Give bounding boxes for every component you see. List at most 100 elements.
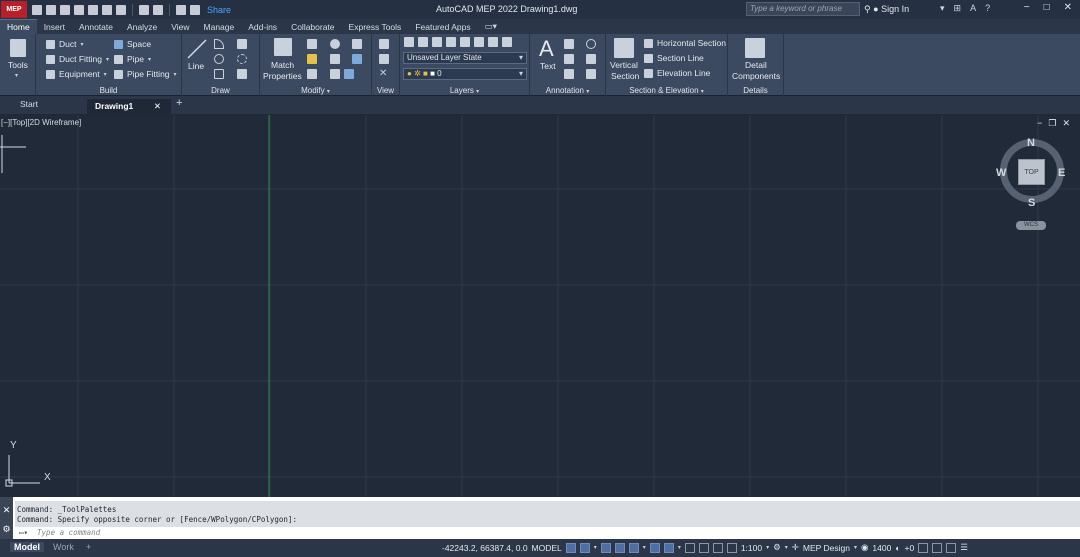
x-axis-icon[interactable]: ✕ (379, 69, 389, 79)
elevation-line-button[interactable]: Elevation Line (644, 68, 710, 78)
compass-east[interactable]: E (1058, 167, 1065, 179)
command-input[interactable]: ▭▾ Type a command (15, 527, 1080, 538)
compass-north[interactable]: N (1027, 137, 1035, 149)
close-icon[interactable]: ✕ (154, 101, 161, 112)
hardware-acceleration-icon[interactable] (932, 542, 943, 553)
share-button[interactable]: Share (207, 5, 231, 15)
match-properties-icon[interactable] (274, 38, 292, 56)
autodesk-account-icon[interactable]: A (970, 3, 976, 14)
line-icon[interactable] (186, 38, 208, 60)
properties-label[interactable]: Properties (263, 71, 302, 81)
coordinates-readout[interactable]: -42243.2, 66387.4, 0.0 (442, 543, 528, 553)
restore-icon[interactable]: ❐ (1048, 118, 1056, 129)
search-input[interactable]: Type a keyword or phrase (746, 2, 860, 16)
layer-freeze-icon[interactable] (418, 37, 428, 47)
layer-states-icon[interactable] (502, 37, 512, 47)
layer-lock-icon[interactable] (460, 37, 470, 47)
tab-view[interactable]: View (164, 20, 196, 34)
chevron-down-icon[interactable]: ▾ (766, 544, 769, 551)
surface-hatch-icon[interactable]: ◐ (895, 543, 900, 553)
scale-readout[interactable]: 1:100 (741, 543, 762, 553)
fillet-icon[interactable] (352, 39, 362, 49)
table-icon[interactable] (586, 69, 596, 79)
tab-manage[interactable]: Manage (197, 20, 242, 34)
cloud-save-icon[interactable] (102, 4, 112, 15)
view-cube-icon[interactable] (379, 39, 389, 49)
work-tab[interactable]: Work (53, 542, 74, 552)
scale-icon[interactable] (344, 69, 354, 79)
duct-button[interactable]: Duct ▾ (46, 39, 84, 49)
match-label[interactable]: Match (271, 60, 294, 70)
section-line-button[interactable]: Section Line (644, 53, 704, 63)
tools-button[interactable]: Tools (8, 60, 28, 70)
pipe-fitting-button[interactable]: Pipe Fitting ▾ (114, 69, 177, 79)
close-icon[interactable]: ✕ (0, 505, 13, 516)
tab-insert[interactable]: Insert (37, 20, 72, 34)
erase-icon[interactable] (307, 54, 317, 64)
drawing-canvas[interactable]: Y X [−][Top][2D Wireframe] − ❐ ✕ TOP N S… (0, 115, 1080, 497)
ribbon-display-toggle-icon[interactable]: ▭▾ (478, 19, 504, 34)
detail-components-icon[interactable] (745, 38, 765, 58)
vertical-section-icon[interactable] (614, 38, 634, 58)
annotation-visibility-icon[interactable] (726, 542, 737, 553)
isodraft-icon[interactable] (649, 542, 660, 553)
components-label[interactable]: Components (732, 71, 780, 81)
viewcube[interactable]: TOP (1018, 159, 1045, 185)
crosshair-icon[interactable]: ✛ (792, 542, 799, 553)
compass-west[interactable]: W (996, 167, 1006, 179)
visual-style-icon[interactable] (379, 54, 389, 64)
tools-icon[interactable] (10, 39, 26, 57)
object-snap-icon[interactable] (663, 542, 674, 553)
hatch-icon[interactable] (237, 69, 247, 79)
tab-express-tools[interactable]: Express Tools (342, 20, 409, 34)
compass-south[interactable]: S (1028, 197, 1035, 209)
minimize-icon[interactable]: − (1024, 2, 1030, 13)
lineweight-icon[interactable] (684, 542, 695, 553)
menu-icon[interactable]: ☰ (960, 542, 968, 553)
ortho-icon[interactable] (614, 542, 625, 553)
clean-screen-icon[interactable] (946, 542, 957, 553)
infer-constraints-icon[interactable] (600, 542, 611, 553)
minimize-icon[interactable]: − (1037, 118, 1042, 129)
polyline-icon[interactable] (237, 39, 247, 49)
command-prompt-icon[interactable]: ▭▾ (19, 527, 28, 538)
plus-zero-readout[interactable]: +0 (904, 543, 914, 553)
command-line-handle[interactable]: ✕ ⚙ (0, 497, 13, 539)
leader-icon[interactable] (564, 54, 574, 64)
add-tab-icon[interactable]: + (176, 97, 182, 109)
start-tab[interactable]: Start (20, 99, 38, 109)
app-logo[interactable]: MEP (1, 1, 27, 18)
space-button[interactable]: Space (114, 39, 151, 49)
detail-label[interactable]: Detail (745, 60, 767, 70)
array-icon[interactable] (352, 54, 362, 64)
layers-panel-title[interactable]: Layers ▾ (400, 86, 529, 95)
layer-off-icon[interactable] (432, 37, 442, 47)
trim-icon[interactable] (330, 54, 340, 64)
maximize-icon[interactable]: □ (1044, 2, 1050, 13)
wrench-icon[interactable]: ⚙ (0, 524, 13, 535)
mirror-icon[interactable] (330, 69, 340, 79)
arc-icon[interactable] (214, 39, 224, 49)
annotation-scale-icon[interactable] (712, 542, 723, 553)
rotate-icon[interactable] (330, 39, 340, 49)
ellipse-icon[interactable] (237, 54, 247, 64)
model-tab[interactable]: Model (10, 542, 44, 552)
drawing-tab[interactable]: Drawing1 ✕ (87, 99, 171, 114)
tab-analyze[interactable]: Analyze (120, 20, 164, 34)
transparency-icon[interactable] (698, 542, 709, 553)
snap-icon[interactable] (579, 542, 590, 553)
section-label[interactable]: Section (611, 71, 639, 81)
move-icon[interactable] (307, 39, 317, 49)
tab-collaborate[interactable]: Collaborate (284, 20, 341, 34)
wcs-menu[interactable]: WCS (1016, 221, 1046, 230)
circle-icon[interactable] (214, 54, 224, 64)
polar-tracking-icon[interactable] (628, 542, 639, 553)
cloud-open-icon[interactable] (88, 4, 98, 15)
revision-cloud-icon[interactable] (586, 39, 596, 49)
chevron-down-icon[interactable]: ▾ (785, 544, 788, 551)
section-elevation-panel-title[interactable]: Section & Elevation ▾ (606, 86, 727, 95)
tab-annotate[interactable]: Annotate (72, 20, 120, 34)
chevron-down-icon[interactable]: ▾ (15, 72, 18, 79)
copy-icon[interactable] (307, 69, 317, 79)
chevron-down-icon[interactable]: ▾ (643, 544, 646, 551)
